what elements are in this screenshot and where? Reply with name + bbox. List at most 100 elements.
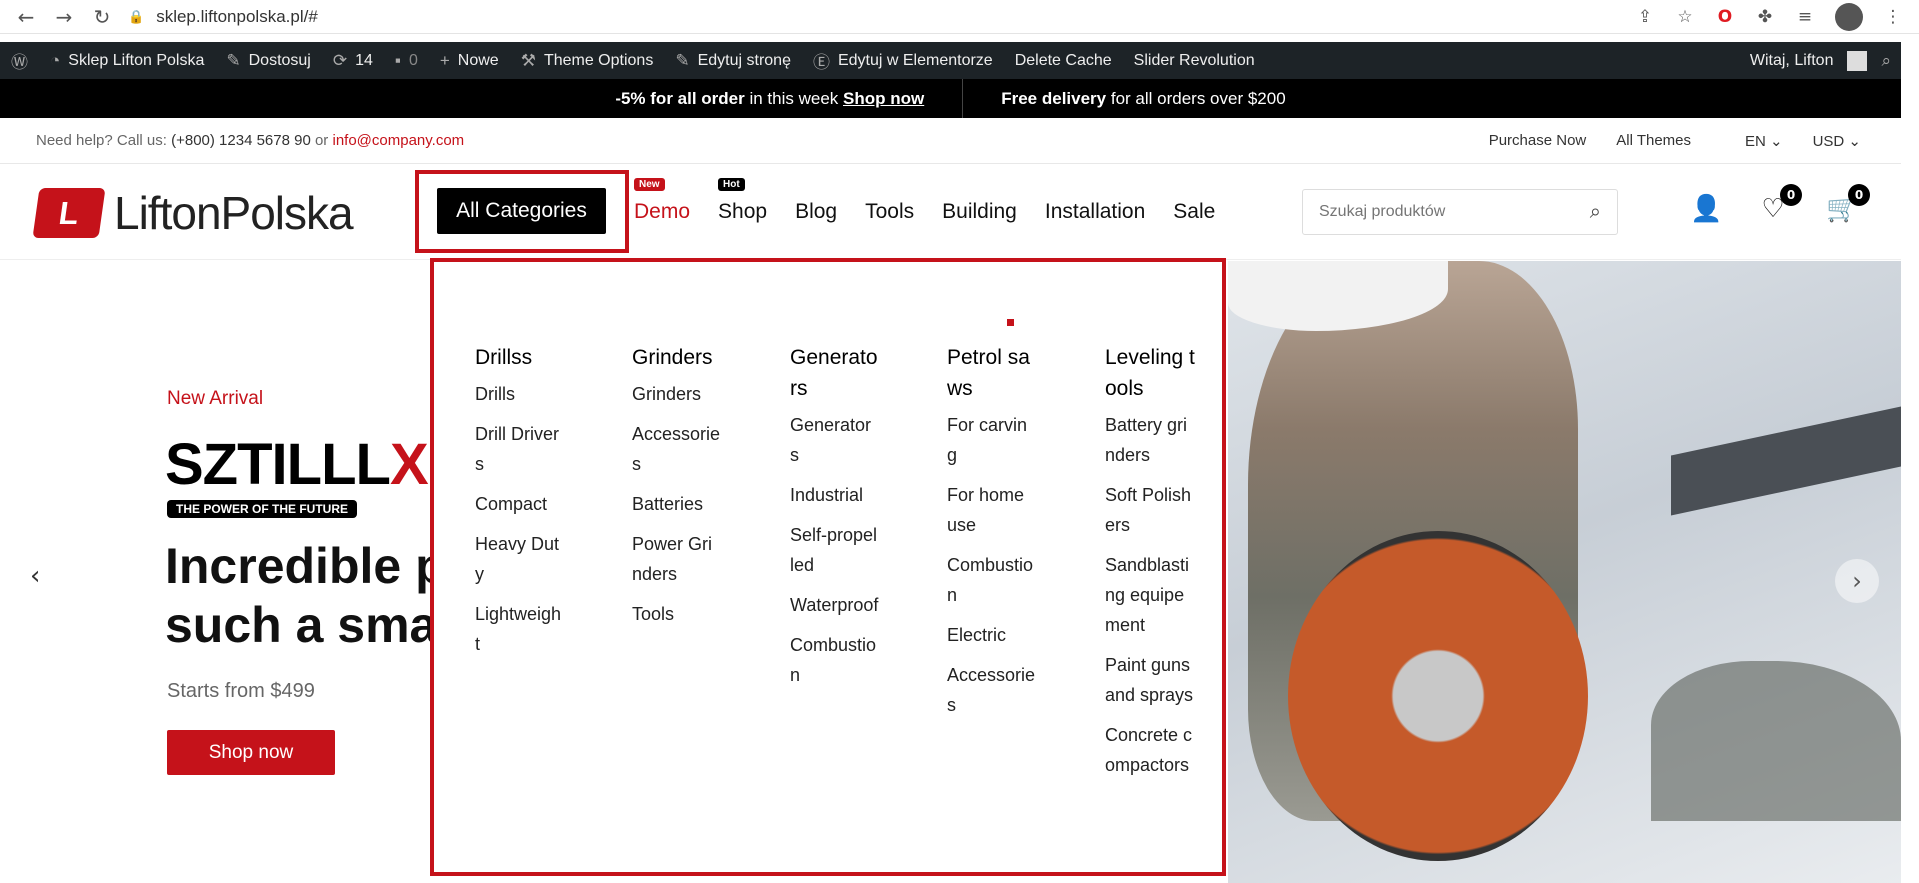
purchase-now-link[interactable]: Purchase Now xyxy=(1489,132,1587,149)
mega-link[interactable]: Industrial xyxy=(790,480,880,510)
mega-link[interactable]: Self-propelled xyxy=(790,520,880,580)
help-phone[interactable]: (+800) 1234 5678 90 xyxy=(171,132,311,149)
mega-link[interactable]: For home use xyxy=(947,480,1037,540)
site-logo[interactable]: L LiftonPolska xyxy=(32,186,354,240)
mega-link[interactable]: Waterproof xyxy=(790,590,880,620)
star-icon[interactable]: ☆ xyxy=(1675,7,1695,27)
menu-item-shop[interactable]: Hot Shop xyxy=(718,178,768,224)
search-input[interactable] xyxy=(1319,203,1590,221)
language-dropdown[interactable]: EN ⌄ xyxy=(1745,132,1783,150)
menu-item-demo[interactable]: New Demo xyxy=(634,178,691,224)
back-icon[interactable]: ← xyxy=(14,5,38,29)
mega-col-title[interactable]: Generators xyxy=(790,342,880,404)
wp-logo-item[interactable]: Ⓦ xyxy=(0,48,39,73)
wpbar-comments[interactable]: ▪ 0 xyxy=(384,51,429,71)
help-email-link[interactable]: info@company.com xyxy=(332,132,464,149)
search-icon[interactable]: ⌕ xyxy=(1881,51,1891,71)
mega-link[interactable]: Heavy Duty xyxy=(475,529,565,589)
menu-item-blog[interactable]: Blog xyxy=(795,200,837,224)
mega-link[interactable]: Compact xyxy=(475,489,565,519)
hero-image xyxy=(1228,261,1901,883)
mega-link[interactable]: Battery grinders xyxy=(1105,410,1195,470)
wpbar-updates[interactable]: ⟳ 14 xyxy=(322,51,384,71)
promo-discount: -5% for all order in this week Shop now xyxy=(577,89,962,109)
mega-link[interactable]: Electric xyxy=(947,620,1037,650)
mega-link[interactable]: Grinders xyxy=(632,379,722,409)
forward-icon[interactable]: → xyxy=(52,5,76,29)
mega-link[interactable]: Soft Polishers xyxy=(1105,480,1195,540)
mega-link[interactable]: For carving xyxy=(947,410,1037,470)
hero-brand-a: SZTILLL xyxy=(165,432,391,497)
mega-link[interactable]: Accessories xyxy=(947,660,1037,720)
hero-brand-b: X xyxy=(389,432,429,497)
menu-item-demo-label: Demo xyxy=(634,200,691,223)
menu-item-tools[interactable]: Tools xyxy=(865,200,914,224)
brush-icon: ✎ xyxy=(226,50,241,70)
promo-delivery-bold: Free delivery xyxy=(1001,88,1107,108)
elementor-icon: Ⓔ xyxy=(812,53,830,72)
badge-hot: Hot xyxy=(718,178,745,191)
menu-item-sale[interactable]: Sale xyxy=(1173,200,1215,224)
account-icon[interactable]: 👤 xyxy=(1690,194,1722,224)
wp-admin-bar: Ⓦ ◔ Sklep Lifton Polska ✎ Dostosuj ⟳ 14 ▪ 0 … xyxy=(0,42,1901,79)
menu-item-installation[interactable]: Installation xyxy=(1045,200,1145,224)
mega-link[interactable]: Power Grinders xyxy=(632,529,722,589)
logo-text-b: Polska xyxy=(220,187,354,239)
mega-col-title[interactable]: Leveling tools xyxy=(1105,342,1195,404)
wpbar-slider[interactable]: Slider Revolution xyxy=(1123,52,1266,70)
mega-col-drills: Drillss Drills Drill Drivers Compact Hea… xyxy=(475,342,565,669)
promo-discount-bold: -5% for all order xyxy=(615,88,745,108)
mega-link[interactable]: Sandblasting equipement xyxy=(1105,550,1195,640)
cart-icon[interactable]: 🛒 0 xyxy=(1826,184,1870,224)
wpbar-customize-label: Dostosuj xyxy=(248,51,311,69)
hero-shop-now-button[interactable]: Shop now xyxy=(167,730,335,775)
mega-link[interactable]: Tools xyxy=(632,599,722,629)
menu-dots-icon[interactable]: ⋮ xyxy=(1883,7,1903,27)
all-themes-link[interactable]: All Themes xyxy=(1616,132,1691,149)
reading-list-icon[interactable]: ≡ xyxy=(1795,7,1815,27)
wpbar-edit-elementor[interactable]: Ⓔ Edytuj w Elementorze xyxy=(802,48,1004,73)
mega-link[interactable]: Lightweight xyxy=(475,599,565,659)
wpbar-customize[interactable]: ✎ Dostosuj xyxy=(215,51,322,71)
mega-link[interactable]: Combustion xyxy=(947,550,1037,610)
user-avatar[interactable] xyxy=(1847,50,1868,71)
mega-col-title[interactable]: Petrol saws xyxy=(947,342,1037,404)
wpbar-new[interactable]: + Nowe xyxy=(429,51,510,71)
currency-dropdown[interactable]: USD ⌄ xyxy=(1813,132,1861,150)
mega-link[interactable]: Paint guns and sprays xyxy=(1105,650,1195,710)
extensions-icon[interactable]: ✤ xyxy=(1755,7,1775,27)
wpbar-site[interactable]: ◔ Sklep Lifton Polska xyxy=(39,51,215,71)
share-icon[interactable]: ⇪ xyxy=(1635,7,1655,27)
mega-link[interactable]: Batteries xyxy=(632,489,722,519)
all-categories-button[interactable]: All Categories xyxy=(437,188,606,234)
mega-link[interactable]: Generators xyxy=(790,410,880,470)
search-icon[interactable]: ⌕ xyxy=(1590,201,1601,224)
reload-icon[interactable]: ↻ xyxy=(90,5,114,29)
mega-link[interactable]: Drill Drivers xyxy=(475,419,565,479)
categories-mega-menu: Drillss Drills Drill Drivers Compact Hea… xyxy=(430,258,1226,876)
wishlist-icon[interactable]: ♡ 0 xyxy=(1758,184,1802,224)
promo-shop-now-link[interactable]: Shop now xyxy=(843,89,924,108)
mega-link[interactable]: Concrete compactors xyxy=(1105,720,1195,780)
wpbar-site-label: Sklep Lifton Polska xyxy=(68,51,205,69)
wpbar-delete-cache[interactable]: Delete Cache xyxy=(1004,52,1123,70)
mega-link[interactable]: Accessories xyxy=(632,419,722,479)
mega-col-title[interactable]: Grinders xyxy=(632,342,722,373)
opera-extension-icon[interactable]: O xyxy=(1715,7,1735,27)
wpbar-greeting[interactable]: Witaj, Lifton xyxy=(1750,52,1834,70)
mega-col-title[interactable]: Drillss xyxy=(475,342,565,373)
profile-avatar[interactable] xyxy=(1835,2,1863,31)
wpbar-edit-page[interactable]: ✎ Edytuj stronę xyxy=(664,51,802,71)
menu-item-building[interactable]: Building xyxy=(942,200,1017,224)
wishlist-count: 0 xyxy=(1780,184,1802,206)
mega-link[interactable]: Drills xyxy=(475,379,565,409)
badge-new: New xyxy=(634,178,665,191)
slider-prev-icon[interactable]: ‹ xyxy=(30,561,40,591)
hammer-icon: ⚒ xyxy=(520,50,536,70)
menu-item-shop-label: Shop xyxy=(718,200,768,223)
slider-next-icon[interactable]: › xyxy=(1835,559,1879,603)
wpbar-theme-options[interactable]: ⚒ Theme Options xyxy=(510,51,665,71)
mega-link[interactable]: Combustion xyxy=(790,630,880,690)
address-bar[interactable]: 🔒 sklep.liftonpolska.pl/# xyxy=(128,7,318,27)
site-header: L LiftonPolska All Categories New Demo Ho… xyxy=(0,164,1901,260)
